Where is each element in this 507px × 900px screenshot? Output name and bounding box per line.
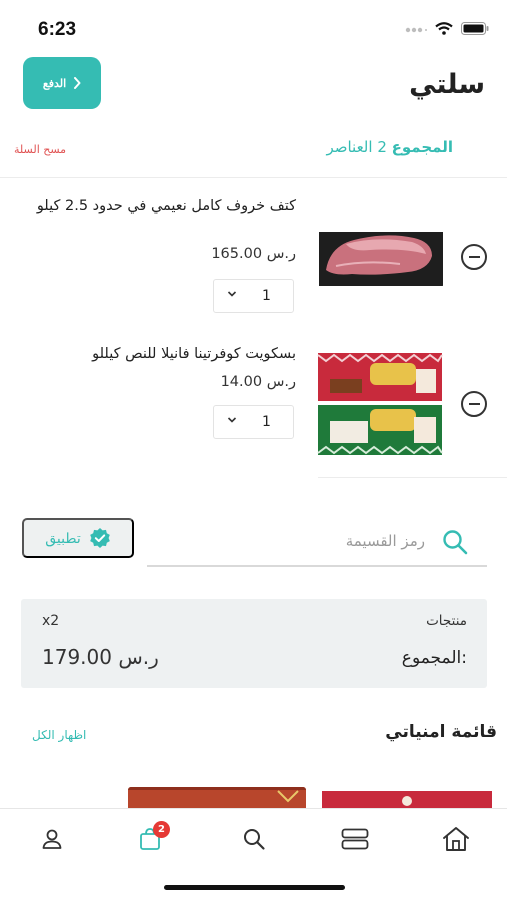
quantity-value: 1	[262, 288, 271, 304]
tab-search[interactable]	[234, 821, 274, 857]
cart-item: بسكويت كوفرتينا فانيلا للنص كيللو ر.س 14…	[0, 335, 507, 475]
price-currency: ر.س	[266, 374, 296, 390]
price-currency: ر.س	[266, 246, 296, 262]
tab-home[interactable]	[436, 821, 476, 857]
tab-cart[interactable]: 2	[130, 821, 170, 857]
divider	[318, 477, 507, 478]
remove-item-button[interactable]	[461, 244, 487, 270]
cart-summary: مسح السلة المجموع 2 العناصر	[0, 138, 507, 162]
cart-count-badge: 2	[153, 821, 170, 838]
status-time: 6:23	[38, 19, 77, 40]
minus-circle-icon	[468, 256, 480, 258]
product-image[interactable]	[316, 351, 444, 458]
search-icon	[443, 530, 468, 555]
status-bar: 6:23	[0, 0, 507, 50]
battery-icon	[461, 22, 489, 35]
quantity-select[interactable]: 1	[213, 405, 294, 439]
apply-coupon-button[interactable]: تطبيق	[22, 518, 134, 558]
coupon-row: تطبيق	[0, 517, 507, 569]
sum-value: ر.س 179.00	[42, 645, 159, 669]
total-items-count: 2 العناصر	[326, 138, 387, 156]
product-name: بسكويت كوفرتينا فانيلا للنص كيللو	[92, 346, 296, 362]
product-price: ر.س 165.00	[211, 246, 296, 262]
chevron-down-icon	[227, 417, 237, 423]
products-count: x2	[42, 613, 60, 629]
sum-amount: 179.00	[42, 645, 112, 669]
sum-label: المجموع:	[401, 648, 467, 668]
show-all-link[interactable]: اظهار الكل	[32, 728, 86, 742]
total-items-label: المجموع	[391, 138, 453, 156]
chevron-down-icon	[227, 291, 237, 297]
apply-coupon-label: تطبيق	[45, 529, 81, 546]
minus-circle-icon	[468, 403, 480, 405]
price-value: 14.00	[220, 374, 263, 390]
sum-currency: ر.س	[118, 645, 159, 669]
remove-item-button[interactable]	[461, 391, 487, 417]
quantity-value: 1	[262, 414, 271, 430]
products-label: منتجات	[426, 613, 467, 629]
pay-button[interactable]: الدفع	[23, 57, 101, 109]
bottom-tab-bar: 2	[0, 808, 507, 900]
price-value: 165.00	[211, 246, 263, 262]
coupon-code-input[interactable]	[147, 517, 487, 567]
clear-cart-link[interactable]: مسح السلة	[14, 143, 66, 156]
chevron-left-icon	[74, 77, 81, 89]
tab-categories[interactable]	[335, 821, 375, 857]
header: الدفع سلتي	[0, 55, 507, 115]
wifi-icon	[435, 22, 453, 35]
quantity-select[interactable]: 1	[213, 279, 294, 313]
home-icon	[443, 827, 469, 851]
page-title: سلتي	[409, 69, 485, 100]
pay-button-label: الدفع	[42, 77, 67, 90]
categories-icon	[341, 828, 369, 850]
signal-icon	[405, 27, 427, 32]
product-name: كتف خروف كامل نعيمي في حدود 2.5 كيلو	[36, 198, 296, 214]
tab-profile[interactable]	[32, 821, 72, 857]
search-icon	[244, 829, 265, 850]
divider	[0, 177, 507, 178]
total-items: المجموع 2 العناصر	[326, 138, 453, 156]
order-totals-card: منتجات x2 المجموع: ر.س 179.00	[21, 599, 487, 688]
home-indicator	[164, 885, 345, 890]
wishlist-header: قائمة امنياتي اظهار الكل	[0, 722, 507, 752]
verified-check-icon	[89, 528, 110, 548]
status-icons	[405, 22, 489, 35]
product-price: ر.س 14.00	[221, 374, 296, 390]
cart-item: كتف خروف كامل نعيمي في حدود 2.5 كيلو ر.س…	[0, 188, 507, 328]
wishlist-title: قائمة امنياتي	[385, 722, 497, 742]
user-icon	[42, 829, 62, 849]
product-image[interactable]	[316, 230, 444, 286]
